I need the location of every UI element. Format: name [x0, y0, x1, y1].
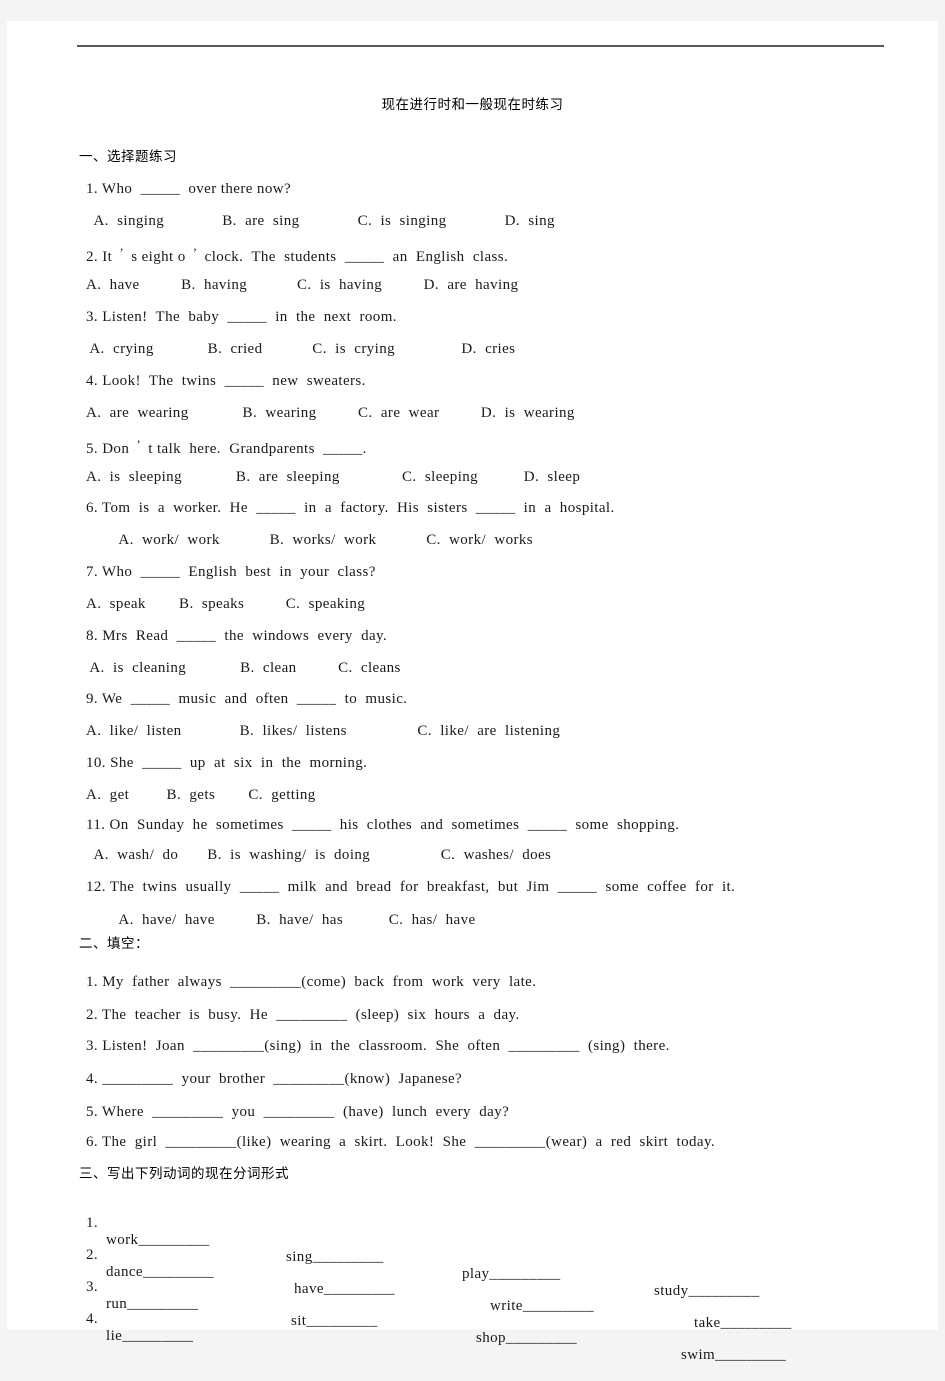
question-6-options: A. work/ work B. works/ work C. work/ wo… — [86, 532, 534, 548]
question-11-options: A. wash/ do B. is washing/ is doing C. w… — [86, 847, 552, 863]
question-11-stem: 11. On Sunday he sometimes _____ his clo… — [86, 817, 680, 833]
document-page: 现在进行时和一般现在时练习 一、选择题练习 1. Who _____ over … — [7, 21, 938, 1363]
participle-cell: lie_________ — [106, 1328, 194, 1344]
question-4-stem: 4. Look! The twins _____ new sweaters. — [86, 373, 366, 389]
question-9-options: A. like/ listen B. likes/ listens C. lik… — [86, 723, 561, 739]
section-heading-1: 一、选择题练习 — [79, 149, 177, 165]
fill-blank-5: 5. Where _________ you _________ (have) … — [86, 1104, 510, 1120]
question-3-options: A. crying B. cried C. is crying D. cries — [86, 341, 516, 357]
question-2-stem-part-a: 2. It — [86, 249, 117, 265]
section-heading-3: 三、写出下列动词的现在分词形式 — [79, 1166, 289, 1182]
section-heading-2: 二、填空： — [79, 936, 149, 952]
document-canvas: 现在进行时和一般现在时练习 一、选择题练习 1. Who _____ over … — [0, 0, 945, 1363]
page-title: 现在进行时和一般现在时练习 — [381, 97, 564, 113]
fill-blank-4: 4. _________ your brother _________(know… — [86, 1071, 463, 1087]
question-5-options: A. is sleeping B. are sleeping C. sleepi… — [86, 469, 581, 485]
apostrophe-glyph: ’ — [119, 245, 125, 260]
question-8-options: A. is cleaning B. clean C. cleans — [86, 660, 401, 676]
question-12-options: A. have/ have B. have/ has C. has/ have — [86, 912, 476, 928]
question-12-stem: 12. The twins usually _____ milk and bre… — [86, 879, 736, 895]
fill-blank-3: 3. Listen! Joan _________(sing) in the c… — [86, 1038, 670, 1054]
apostrophe-glyph: ’ — [192, 245, 198, 260]
question-5-stem-part-a: 5. Don — [86, 441, 134, 457]
fill-blank-6: 6. The girl _________(like) wearing a sk… — [86, 1134, 716, 1150]
question-7-stem: 7. Who _____ English best in your class? — [86, 564, 376, 580]
question-7-options: A. speak B. speaks C. speaking — [86, 596, 366, 612]
question-10-stem: 10. She _____ up at six in the morning. — [86, 755, 368, 771]
question-2-stem-part-c: clock. The students _____ an English cla… — [200, 249, 509, 265]
participle-row-4: 4. lie_________ — [86, 1294, 945, 1362]
question-5-stem-part-b: t talk here. Grandparents _____. — [144, 441, 367, 457]
question-8-stem: 8. Mrs Read _____ the windows every day. — [86, 628, 388, 644]
question-1-stem: 1. Who _____ over there now? — [86, 181, 292, 197]
question-9-stem: 9. We _____ music and often _____ to mus… — [86, 691, 408, 707]
question-1-options: A. singing B. are sing C. is singing D. … — [86, 213, 555, 229]
fill-blank-1: 1. My father always _________(come) back… — [86, 974, 537, 990]
question-2-stem-part-b: s eight o — [127, 249, 190, 265]
header-rule — [77, 45, 884, 47]
question-2-stem: 2. It ’ s eight o ’ clock. The students … — [86, 245, 508, 266]
question-2-options: A. have B. having C. is having D. are ha… — [86, 277, 519, 293]
apostrophe-glyph: ’ — [136, 437, 142, 452]
question-5-stem: 5. Don ’ t talk here. Grandparents _____… — [86, 437, 367, 458]
question-3-stem: 3. Listen! The baby _____ in the next ro… — [86, 309, 397, 325]
question-6-stem: 6. Tom is a worker. He _____ in a factor… — [86, 500, 615, 516]
question-4-options: A. are wearing B. wearing C. are wear D.… — [86, 405, 575, 421]
fill-blank-2: 2. The teacher is busy. He _________ (sl… — [86, 1007, 520, 1023]
question-10-options: A. get B. gets C. getting — [86, 787, 316, 803]
participle-row-4-number: 4. — [86, 1311, 103, 1327]
